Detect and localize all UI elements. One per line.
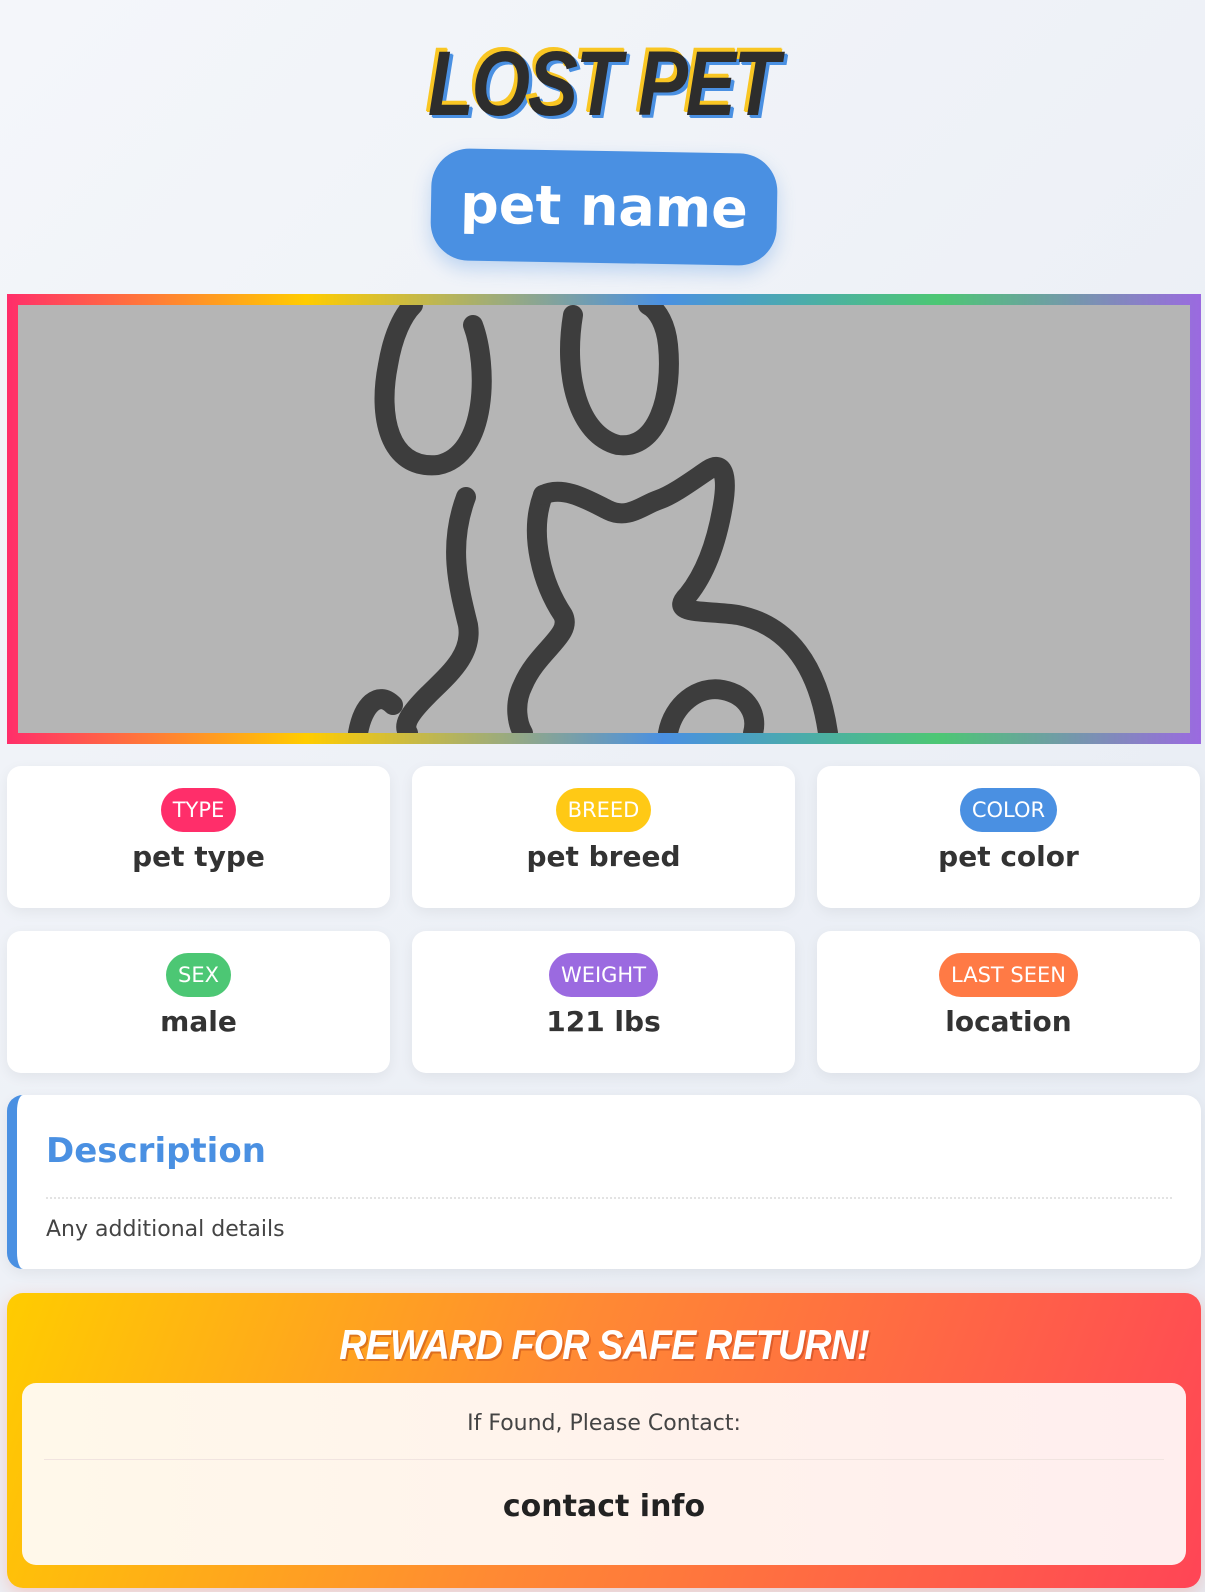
description-divider [46,1197,1172,1199]
header: LOST PET pet name [0,0,1205,280]
pet-name-badge: pet name [430,147,778,267]
pet-silhouette-icon [348,305,838,733]
contact-info: contact info [502,1489,706,1524]
breed-badge: BREED [555,788,652,832]
weight-value: 121 lbs [546,1005,661,1038]
contact-divider [44,1459,1164,1460]
detail-card-last-seen: LAST SEEN location [817,931,1200,1073]
page-title: LOST PET [427,33,780,135]
color-badge: COLOR [959,788,1058,832]
detail-card-sex: SEX male [7,931,390,1073]
sex-badge: SEX [166,953,231,997]
sex-value: male [160,1005,237,1038]
pet-photo-frame [7,294,1201,744]
contact-label: If Found, Please Contact: [467,1411,741,1436]
last-seen-badge: LAST SEEN [939,953,1078,997]
reward-panel: REWARD FOR SAFE RETURN! If Found, Please… [7,1293,1201,1588]
pet-photo [18,305,1190,733]
color-value: pet color [938,840,1079,873]
description-title: Description [46,1131,266,1171]
type-value: pet type [132,840,265,873]
description-panel: Description Any additional details [7,1095,1201,1269]
detail-card-type: TYPE pet type [7,766,390,908]
description-text: Any additional details [46,1217,285,1242]
detail-card-weight: WEIGHT 121 lbs [412,931,795,1073]
detail-card-color: COLOR pet color [817,766,1200,908]
contact-box: If Found, Please Contact: contact info [22,1383,1186,1565]
type-badge: TYPE [160,788,237,832]
last-seen-value: location [945,1005,1072,1038]
weight-badge: WEIGHT [548,953,659,997]
detail-card-breed: BREED pet breed [412,766,795,908]
reward-title: REWARD FOR SAFE RETURN! [339,1321,869,1368]
breed-value: pet breed [526,840,681,873]
